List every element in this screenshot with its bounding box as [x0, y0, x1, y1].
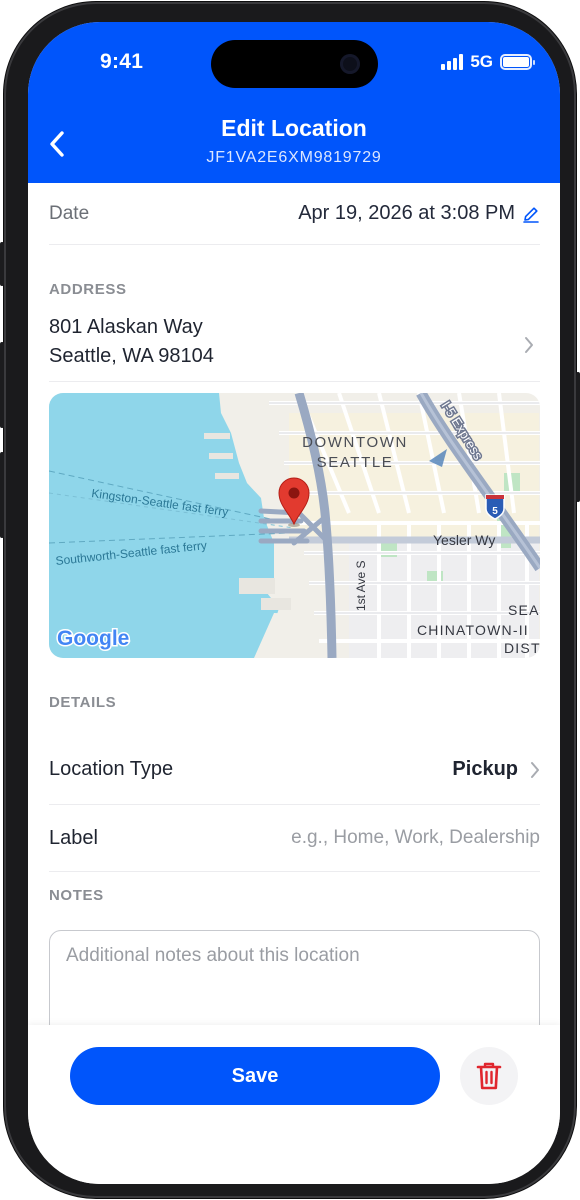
- date-value-group[interactable]: Apr 19, 2026 at 3:08 PM: [298, 202, 540, 225]
- date-row[interactable]: Date Apr 19, 2026 at 3:08 PM: [49, 183, 540, 245]
- page-title: Edit Location: [221, 115, 367, 141]
- details-section-label: DETAILS: [49, 694, 117, 711]
- date-label: Date: [49, 202, 90, 224]
- form-content: Date Apr 19, 2026 at 3:08 PM ADDRESS 801…: [49, 183, 540, 1060]
- location-type-value: Pickup: [452, 758, 518, 780]
- battery-icon: [500, 54, 535, 70]
- location-type-label: Location Type: [49, 758, 174, 780]
- status-indicators: 5G: [441, 52, 535, 72]
- network-type: 5G: [470, 52, 493, 71]
- address-street: 801 Alaskan Way: [49, 316, 203, 338]
- address-city: Seattle, WA 98104: [49, 345, 214, 367]
- location-type-row[interactable]: Location Type Pickup: [49, 735, 540, 805]
- volume-down-button: [0, 452, 4, 538]
- map-graphic: 5 DOWNTOWN SEATTLE I-5 Express Kingston-…: [49, 393, 540, 658]
- action-button: [0, 242, 4, 286]
- map-label-downtown: DOWNTOWN: [302, 434, 408, 451]
- status-time: 9:41: [100, 50, 144, 73]
- save-button[interactable]: Save: [70, 1047, 440, 1105]
- delete-button[interactable]: [460, 1047, 518, 1105]
- camera-icon: [340, 54, 360, 74]
- label-input[interactable]: [240, 827, 540, 849]
- pencil-icon[interactable]: [522, 205, 540, 223]
- power-button: [576, 372, 580, 502]
- signal-icon: [441, 54, 464, 70]
- trash-icon: [476, 1062, 502, 1090]
- header: 9:41 5G Edit Location JF1VA2E6XM9819729: [28, 22, 560, 183]
- location-map[interactable]: 5 DOWNTOWN SEATTLE I-5 Express Kingston-…: [49, 393, 540, 658]
- chevron-right-icon: [531, 761, 539, 778]
- location-type-value-group[interactable]: Pickup: [452, 758, 540, 781]
- screen: 9:41 5G Edit Location JF1VA2E6XM9819729: [28, 22, 560, 1184]
- notes-section-label: NOTES: [49, 887, 104, 904]
- map-label-sea: SEA: [508, 602, 540, 618]
- phone-frame: 9:41 5G Edit Location JF1VA2E6XM9819729: [0, 2, 580, 1198]
- dynamic-island: [211, 40, 378, 88]
- address-row[interactable]: 801 Alaskan Way Seattle, WA 98104: [49, 307, 540, 382]
- interstate-shield-label: 5: [492, 506, 498, 517]
- map-label-dist: DIST: [504, 640, 540, 656]
- vin-subtitle: JF1VA2E6XM9819729: [206, 149, 382, 166]
- map-label-yesler: Yesler Wy: [433, 532, 495, 548]
- address-section-label: ADDRESS: [49, 281, 127, 298]
- map-label-chinatown: CHINATOWN-II: [417, 622, 529, 638]
- volume-up-button: [0, 342, 4, 428]
- date-value: Apr 19, 2026 at 3:08 PM: [298, 202, 515, 224]
- action-bar: Save: [28, 1025, 560, 1184]
- label-row: Label: [49, 805, 540, 872]
- map-label-seattle: SEATTLE: [317, 454, 394, 471]
- chevron-right-icon: [525, 337, 533, 353]
- label-field-label: Label: [49, 826, 98, 849]
- map-label-1st-ave: 1st Ave S: [354, 561, 368, 611]
- google-logo: Google: [57, 627, 129, 650]
